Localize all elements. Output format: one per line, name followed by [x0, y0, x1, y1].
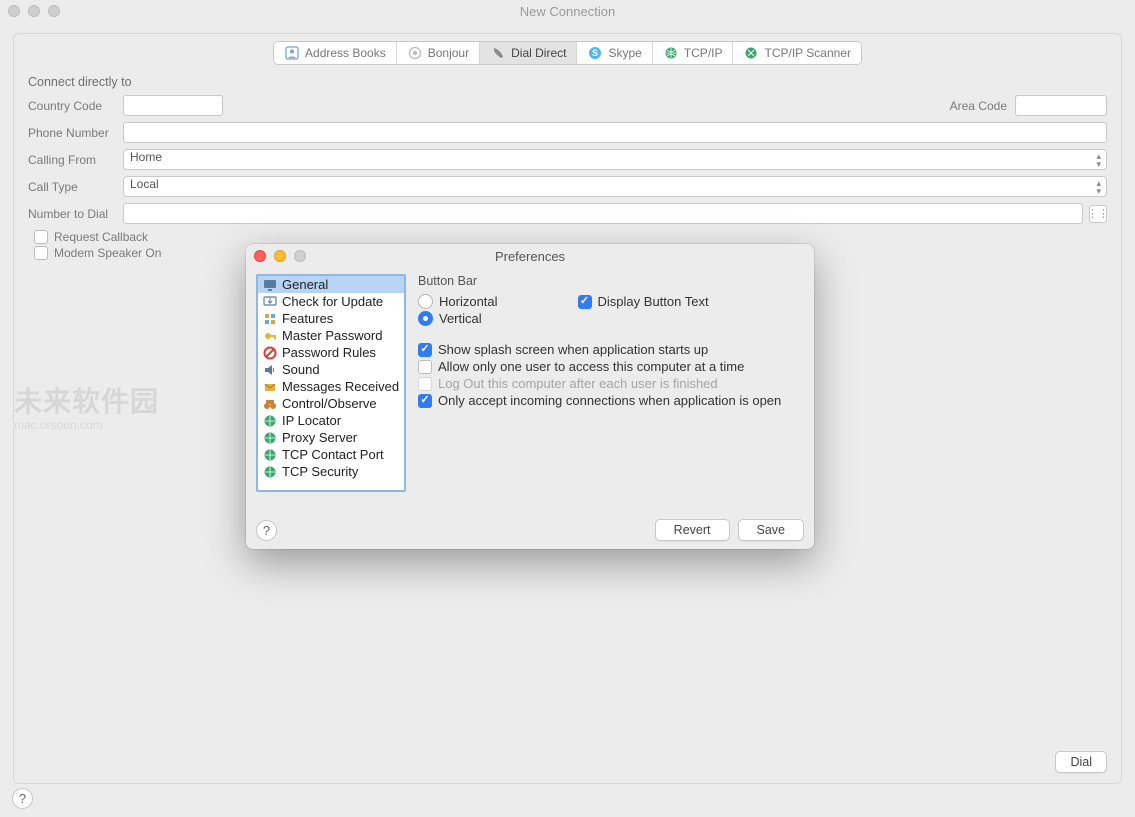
speaker-icon	[262, 362, 277, 377]
select-value: Local	[130, 177, 159, 191]
radio-icon	[418, 294, 433, 309]
splash-screen-checkbox[interactable]: Show splash screen when application star…	[418, 342, 804, 357]
calling-from-label: Calling From	[28, 153, 123, 167]
checkbox-icon	[418, 360, 432, 374]
sidebar-item-sound[interactable]: Sound	[258, 361, 404, 378]
chevron-updown-icon: ▴▾	[1096, 152, 1101, 168]
sidebar-item-check-update[interactable]: Check for Update	[258, 293, 404, 310]
checkbox-icon	[418, 377, 432, 391]
chevron-updown-icon: ▴▾	[1096, 179, 1101, 195]
sidebar-item-general[interactable]: General	[258, 276, 404, 293]
checkbox-label: Modem Speaker On	[54, 246, 161, 260]
prefs-titlebar: Preferences	[246, 244, 814, 268]
number-to-dial-label: Number to Dial	[28, 207, 123, 221]
country-code-input[interactable]	[123, 95, 223, 116]
country-code-label: Country Code	[28, 99, 123, 113]
address-book-icon	[284, 45, 300, 61]
area-code-label: Area Code	[950, 99, 1007, 113]
sidebar-item-password-rules[interactable]: Password Rules	[258, 344, 404, 361]
sidebar-item-proxy[interactable]: Proxy Server	[258, 429, 404, 446]
calling-from-select[interactable]: Home ▴▾	[123, 149, 1107, 170]
globe-icon	[262, 430, 277, 445]
globe-icon	[663, 45, 679, 61]
request-callback-checkbox[interactable]: Request Callback	[34, 230, 1107, 244]
number-to-dial-input[interactable]	[123, 203, 1083, 224]
key-icon	[262, 328, 277, 343]
features-icon	[262, 311, 277, 326]
checkbox-icon	[34, 230, 48, 244]
tab-label: TCP/IP Scanner	[764, 46, 850, 60]
tab-tcpip[interactable]: TCP/IP	[653, 42, 734, 64]
inbox-icon	[262, 379, 277, 394]
preferences-window: Preferences General Check for Update Fea…	[246, 244, 814, 549]
orientation-horizontal-radio[interactable]: Horizontal	[418, 294, 498, 309]
bonjour-icon	[407, 45, 423, 61]
skype-icon: S	[587, 45, 603, 61]
logout-checkbox: Log Out this computer after each user is…	[418, 376, 804, 391]
update-icon	[262, 294, 277, 309]
dial-button[interactable]: Dial	[1055, 751, 1107, 773]
sidebar-item-control-observe[interactable]: Control/Observe	[258, 395, 404, 412]
save-button[interactable]: Save	[738, 519, 805, 541]
tab-skype[interactable]: S Skype	[577, 42, 652, 64]
tab-dial-direct[interactable]: Dial Direct	[480, 42, 577, 64]
globe-icon	[262, 464, 277, 479]
sidebar-item-messages[interactable]: Messages Received	[258, 378, 404, 395]
display-button-text-checkbox[interactable]: Display Button Text	[578, 294, 709, 309]
tab-bonjour[interactable]: Bonjour	[397, 42, 480, 64]
tab-address-books[interactable]: Address Books	[274, 42, 397, 64]
tab-label: Address Books	[305, 46, 386, 60]
checkbox-label: Request Callback	[54, 230, 148, 244]
incoming-connections-checkbox[interactable]: Only accept incoming connections when ap…	[418, 393, 804, 408]
prefs-sidebar[interactable]: General Check for Update Features Master…	[256, 274, 406, 492]
sidebar-item-features[interactable]: Features	[258, 310, 404, 327]
dial-form: Connect directly to Country Code Area Co…	[14, 65, 1121, 260]
tab-label: Skype	[608, 46, 641, 60]
main-titlebar: New Connection	[0, 0, 1135, 22]
select-value: Home	[130, 150, 162, 164]
scanner-icon	[743, 45, 759, 61]
prefs-title: Preferences	[246, 249, 814, 264]
tab-label: Dial Direct	[511, 46, 566, 60]
monitor-icon	[262, 277, 277, 292]
prohibited-icon	[262, 345, 277, 360]
orientation-vertical-radio[interactable]: Vertical	[418, 311, 498, 326]
sidebar-item-master-password[interactable]: Master Password	[258, 327, 404, 344]
checkbox-icon	[418, 343, 432, 357]
globe-icon	[262, 413, 277, 428]
checkbox-icon	[578, 295, 592, 309]
button-bar-title: Button Bar	[418, 274, 804, 288]
sidebar-item-ip-locator[interactable]: IP Locator	[258, 412, 404, 429]
binoculars-icon	[262, 396, 277, 411]
area-code-input[interactable]	[1015, 95, 1107, 116]
revert-button[interactable]: Revert	[655, 519, 730, 541]
globe-icon	[262, 447, 277, 462]
phone-number-input[interactable]	[123, 122, 1107, 143]
window-title: New Connection	[0, 4, 1135, 19]
prefs-help-button[interactable]: ?	[256, 520, 277, 541]
svg-text:S: S	[592, 48, 598, 58]
prefs-content: Button Bar Horizontal Vertical Display B…	[418, 274, 804, 492]
radio-icon	[418, 311, 433, 326]
connection-tabs: Address Books Bonjour Dial Direct S Skyp…	[273, 41, 862, 65]
call-type-label: Call Type	[28, 180, 123, 194]
phone-number-label: Phone Number	[28, 126, 123, 140]
call-type-select[interactable]: Local ▴▾	[123, 176, 1107, 197]
tab-tcpip-scanner[interactable]: TCP/IP Scanner	[733, 42, 860, 64]
sidebar-item-tcp-contact[interactable]: TCP Contact Port	[258, 446, 404, 463]
tab-label: TCP/IP	[684, 46, 723, 60]
sidebar-item-tcp-security[interactable]: TCP Security	[258, 463, 404, 480]
checkbox-icon	[34, 246, 48, 260]
keypad-icon[interactable]: ⋮⋮	[1089, 205, 1107, 223]
checkbox-icon	[418, 394, 432, 408]
section-label: Connect directly to	[28, 75, 1107, 89]
help-button[interactable]: ?	[12, 788, 33, 809]
single-user-checkbox[interactable]: Allow only one user to access this compu…	[418, 359, 804, 374]
tab-label: Bonjour	[428, 46, 469, 60]
phone-icon	[490, 45, 506, 61]
